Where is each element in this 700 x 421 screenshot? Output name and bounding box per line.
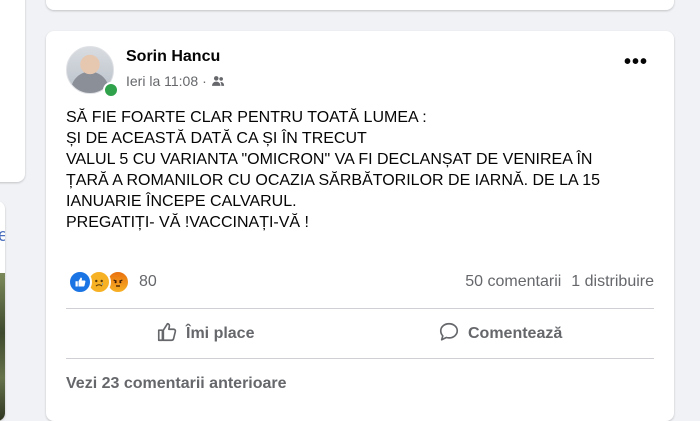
like-button[interactable]: Îmi place	[156, 321, 254, 347]
like-button-label: Îmi place	[186, 325, 255, 342]
left-panel-link-fragment[interactable]: e	[0, 225, 5, 246]
divider	[66, 358, 654, 359]
post-stats: 50 comentarii 1 distribuire	[465, 273, 654, 291]
post-text-line: VALUL 5 CU VARIANTA "OMICRON" VA FI DECL…	[66, 151, 593, 168]
post-meta: Ieri la 11:08 ·	[126, 73, 225, 89]
left-panel-card-2: e	[0, 201, 5, 421]
shares-count-link[interactable]: 1 distribuire	[571, 273, 654, 291]
comment-icon	[438, 321, 460, 348]
post-author[interactable]: Sorin Hancu	[126, 48, 220, 66]
view-previous-comments-link[interactable]: Vezi 23 comentarii anterioare	[66, 375, 287, 393]
thumbs-up-icon	[156, 321, 178, 348]
post-text-line: PREGATIȚI- VĂ !VACCINAȚI-VĂ !	[66, 214, 309, 231]
post-timestamp[interactable]: Ieri la 11:08	[126, 73, 198, 89]
post-text-line: SĂ FIE FOARTE CLAR PENTRU TOATĂ LUMEA :	[66, 109, 427, 126]
comments-count-link[interactable]: 50 comentarii	[465, 273, 561, 291]
reactions-count[interactable]: 80	[139, 273, 157, 291]
meta-separator: ·	[202, 73, 207, 89]
left-panel-image[interactable]	[0, 273, 5, 421]
like-icon	[68, 270, 92, 294]
post-text: SĂ FIE FOARTE CLAR PENTRU TOATĂ LUMEA : …	[66, 107, 664, 233]
friends-icon[interactable]	[211, 74, 225, 88]
previous-post-card	[46, 0, 674, 10]
post-text-line: IANUARIE ÎNCEPE CALVARUL.	[66, 193, 297, 210]
comment-button[interactable]: Comentează	[438, 321, 562, 347]
comment-button-label: Comentează	[468, 325, 563, 342]
divider	[66, 308, 654, 309]
online-status-dot	[103, 82, 119, 98]
post-text-line: ȘI DE ACEASTĂ DATĂ CA ȘI ÎN TRECUT	[66, 130, 367, 147]
post-card: Sorin Hancu Ieri la 11:08 · ••• SĂ FIE F…	[46, 31, 674, 421]
more-options-button[interactable]: •••	[624, 52, 648, 72]
post-text-line: ȚARĂ A ROMANILOR CU OCAZIA SĂRBĂTORILOR …	[66, 172, 601, 189]
left-panel-card	[0, 0, 25, 182]
reactions-summary[interactable]: 80	[68, 270, 157, 294]
